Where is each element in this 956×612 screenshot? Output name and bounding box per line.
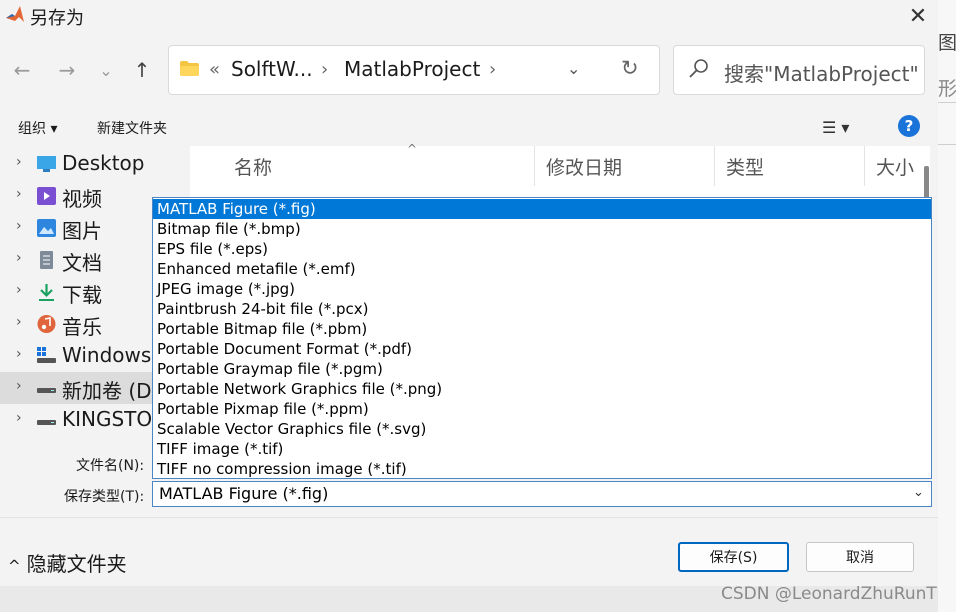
nav-item-label: 新加卷 (D: xyxy=(62,379,159,403)
nav-item-label: 下载 xyxy=(62,283,102,307)
background-divider xyxy=(938,144,956,145)
drive-icon xyxy=(37,388,56,393)
documents-icon xyxy=(40,251,53,269)
search-input[interactable]: 搜索"MatlabProject" xyxy=(724,58,919,87)
filetype-option[interactable]: Portable Document Format (*.pdf) xyxy=(153,339,931,359)
pictures-icon xyxy=(37,219,56,237)
nav-item-pictures[interactable]: › 图片 xyxy=(0,212,172,244)
save-as-dialog: 另存为 ✕ ← → ⌄ ↑ « SolftW... › MatlabProjec… xyxy=(0,0,939,586)
organize-menu[interactable]: 组织 ▾ xyxy=(18,118,57,138)
refresh-icon[interactable]: ↻ xyxy=(621,56,639,80)
filetype-option[interactable]: EPS file (*.eps) xyxy=(153,239,931,259)
nav-item-windows-drive[interactable]: › Windows xyxy=(0,340,172,372)
nav-item-label: 音乐 xyxy=(62,315,102,339)
search-box[interactable]: 搜索"MatlabProject" xyxy=(673,45,925,95)
filetype-option[interactable]: JPEG image (*.jpg) xyxy=(153,279,931,299)
dialog-footer: ^ 隐藏文件夹 保存(S) 取消 xyxy=(0,517,938,586)
filetype-option[interactable]: Scalable Vector Graphics file (*.svg) xyxy=(153,419,931,439)
nav-item-desktop[interactable]: › Desktop xyxy=(0,148,172,180)
breadcrumb-overflow[interactable]: « xyxy=(209,59,220,80)
filetype-option[interactable]: Bitmap file (*.bmp) xyxy=(153,219,931,239)
nav-item-kingston-drive[interactable]: › KINGSTO xyxy=(0,404,172,436)
column-header-type[interactable]: 类型 xyxy=(714,146,864,186)
nav-item-documents[interactable]: › 文档 xyxy=(0,244,172,276)
chevron-right-icon[interactable]: › xyxy=(16,314,22,330)
chevron-right-icon[interactable]: › xyxy=(16,282,22,298)
desktop-icon xyxy=(37,156,56,172)
chevron-right-icon[interactable]: › xyxy=(16,378,22,394)
back-arrow-icon[interactable]: ← xyxy=(8,56,36,84)
chevron-right-icon[interactable]: › xyxy=(16,346,22,362)
column-header-size[interactable]: 大小 xyxy=(864,146,924,186)
address-bar[interactable]: « SolftW... › MatlabProject › ⌄ ↻ xyxy=(168,45,660,95)
nav-item-music[interactable]: › 音乐 xyxy=(0,308,172,340)
filename-label: 文件名(N): xyxy=(76,458,145,474)
background-text: 形 xyxy=(938,78,956,100)
filetype-option[interactable]: Enhanced metafile (*.emf) xyxy=(153,259,931,279)
breadcrumb-item[interactable]: MatlabProject xyxy=(344,57,480,81)
filetype-option[interactable]: Portable Pixmap file (*.ppm) xyxy=(153,399,931,419)
column-header-name[interactable]: 名称 ^ xyxy=(222,142,534,186)
filetype-label: 保存类型(T): xyxy=(64,489,145,505)
breadcrumb-chevron-icon[interactable]: › xyxy=(321,59,328,80)
filetype-option[interactable]: Portable Network Graphics file (*.png) xyxy=(153,379,931,399)
nav-item-videos[interactable]: › 视频 xyxy=(0,180,172,212)
nav-item-label: 视频 xyxy=(62,187,102,211)
sort-ascending-icon: ^ xyxy=(407,142,418,156)
filetype-option[interactable]: MATLAB Figure (*.fig) xyxy=(153,199,931,219)
folder-icon xyxy=(180,61,199,76)
filetype-dropdown-list: MATLAB Figure (*.fig) Bitmap file (*.bmp… xyxy=(152,197,932,479)
music-icon xyxy=(37,315,56,333)
nav-item-d-drive[interactable]: › 新加卷 (D: xyxy=(0,372,172,404)
recent-locations-icon[interactable]: ⌄ xyxy=(92,56,120,84)
chevron-down-icon[interactable]: ⌄ xyxy=(913,485,924,500)
nav-item-label: Windows xyxy=(62,343,152,367)
windows-drive-icon xyxy=(37,347,56,363)
hide-folders-toggle[interactable]: ^ 隐藏文件夹 xyxy=(8,548,127,577)
chevron-right-icon[interactable]: › xyxy=(16,410,22,426)
forward-arrow-icon[interactable]: → xyxy=(53,56,81,84)
up-arrow-icon[interactable]: ↑ xyxy=(128,56,156,84)
chevron-right-icon[interactable]: › xyxy=(16,186,22,202)
chevron-right-icon[interactable]: › xyxy=(16,218,22,234)
filetype-select[interactable]: MATLAB Figure (*.fig) ⌄ xyxy=(152,481,932,507)
chevron-right-icon[interactable]: › xyxy=(16,154,22,170)
video-icon xyxy=(37,187,56,205)
nav-item-label: 图片 xyxy=(62,219,102,243)
chevron-up-icon: ^ xyxy=(8,557,21,575)
chevron-right-icon[interactable]: › xyxy=(16,250,22,266)
help-icon[interactable]: ? xyxy=(898,115,920,137)
address-dropdown-icon[interactable]: ⌄ xyxy=(567,59,580,78)
navigation-pane: › Desktop › 视频 › 图片 › 文档 › 下载 › 音乐 › Win… xyxy=(0,146,172,436)
watermark: CSDN @LeonardZhuRunT xyxy=(721,584,937,604)
drive-icon xyxy=(37,420,56,425)
cancel-button[interactable]: 取消 xyxy=(806,542,914,572)
filetype-option[interactable]: Paintbrush 24-bit file (*.pcx) xyxy=(153,299,931,319)
window-title: 另存为 xyxy=(30,8,84,29)
save-button[interactable]: 保存(S) xyxy=(678,542,789,572)
column-header-modified[interactable]: 修改日期 xyxy=(534,146,714,186)
nav-item-label: KINGSTO xyxy=(62,407,153,431)
filetype-selected-value: MATLAB Figure (*.fig) xyxy=(159,484,329,503)
close-button[interactable]: ✕ xyxy=(898,0,938,32)
search-icon xyxy=(689,59,708,78)
nav-item-label: Desktop xyxy=(62,151,145,175)
background-window-fragment: 图形 形 xyxy=(938,0,956,612)
nav-item-label: 文档 xyxy=(62,251,102,275)
command-toolbar: 组织 ▾ 新建文件夹 ☰ ▾ xyxy=(0,110,938,144)
background-divider xyxy=(938,102,956,103)
view-options-icon[interactable]: ☰ ▾ xyxy=(822,118,849,137)
nav-item-downloads[interactable]: › 下载 xyxy=(0,276,172,308)
filetype-option[interactable]: TIFF no compression image (*.tif) xyxy=(153,459,931,479)
filetype-option[interactable]: Portable Graymap file (*.pgm) xyxy=(153,359,931,379)
title-bar: 另存为 ✕ xyxy=(0,0,938,32)
matlab-icon xyxy=(6,6,24,22)
background-text: 图形 xyxy=(938,32,956,54)
new-folder-button[interactable]: 新建文件夹 xyxy=(97,118,167,138)
filetype-option[interactable]: TIFF image (*.tif) xyxy=(153,439,931,459)
breadcrumb-item[interactable]: SolftW... xyxy=(231,57,313,81)
download-icon xyxy=(39,284,54,301)
breadcrumb-chevron-icon[interactable]: › xyxy=(489,59,496,80)
filetype-option[interactable]: Portable Bitmap file (*.pbm) xyxy=(153,319,931,339)
